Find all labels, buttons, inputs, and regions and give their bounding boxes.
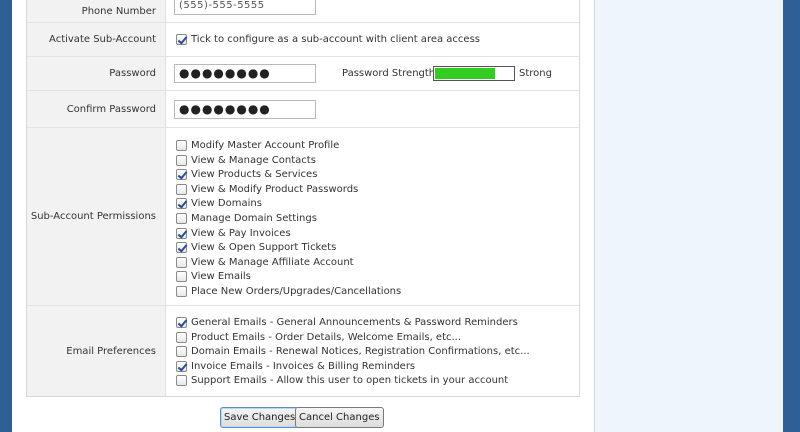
checkbox[interactable] — [176, 317, 187, 328]
password-strength-fill — [435, 68, 495, 79]
checkbox[interactable] — [176, 140, 187, 151]
sidebar-panel — [594, 0, 783, 432]
password-strength-label: Password Strength: — [342, 68, 439, 79]
checkbox-label: Modify Master Account Profile — [191, 140, 340, 151]
confirm-password-label: Confirm Password — [27, 91, 166, 127]
phone-row: Phone Number (555)-555-5555 — [27, 0, 579, 23]
contact-form-table: Phone Number (555)-555-5555 Activate Sub… — [26, 0, 580, 397]
checkbox-label: View & Open Support Tickets — [191, 242, 337, 254]
checkbox-label: Invoice Emails - Invoices & Billing Remi… — [191, 360, 416, 372]
password-row: Password ●●●●●●●● Password Strength: Str… — [27, 57, 579, 91]
cancel-changes-button[interactable]: Cancel Changes — [295, 407, 384, 428]
checkbox[interactable] — [176, 198, 187, 210]
checkbox-label: Domain Emails - Renewal Notices, Registr… — [191, 346, 530, 358]
checkbox[interactable] — [176, 227, 187, 239]
checkbox[interactable] — [176, 375, 187, 387]
password-strength-meter — [433, 66, 515, 81]
page-content: Phone Number (555)-555-5555 Activate Sub… — [12, 0, 783, 432]
activate-checkbox-label: Tick to configure as a sub-account with … — [191, 34, 480, 45]
activate-checkbox[interactable] — [176, 34, 187, 45]
checkbox[interactable] — [176, 331, 187, 343]
password-label: Password — [27, 57, 166, 90]
permissions-label: Sub-Account Permissions — [27, 128, 166, 305]
checkbox-label: View Domains — [191, 198, 262, 210]
save-changes-button[interactable]: Save Changes — [220, 407, 300, 428]
password-strength-text: Strong — [519, 68, 552, 79]
permissions-list: Modify Master Account Profile View & Mana… — [167, 128, 579, 305]
activate-label: Activate Sub-Account — [27, 23, 166, 56]
confirm-password-row: Confirm Password ●●●●●●●● — [27, 91, 579, 128]
checkbox[interactable] — [176, 346, 187, 358]
checkbox[interactable] — [176, 213, 187, 224]
checkbox[interactable] — [176, 154, 187, 166]
checkbox-label: General Emails - General Announcements &… — [191, 317, 518, 328]
checkbox-label: View & Manage Affiliate Account — [191, 256, 354, 268]
checkbox-label: View & Pay Invoices — [191, 227, 291, 239]
activate-row: Activate Sub-Account Tick to configure a… — [27, 23, 579, 57]
permissions-row: Sub-Account Permissions Modify Master Ac… — [27, 128, 579, 306]
checkbox-label: View Emails — [191, 271, 251, 283]
checkbox[interactable] — [176, 242, 187, 254]
checkbox-label: Place New Orders/Upgrades/Cancellations — [191, 286, 402, 297]
checkbox[interactable] — [176, 360, 187, 372]
checkbox[interactable] — [176, 286, 187, 297]
checkbox[interactable] — [176, 169, 187, 181]
email-preferences-row: Email Preferences General Emails - Gener… — [27, 306, 579, 396]
checkbox[interactable] — [176, 271, 187, 283]
email-preferences-label: Email Preferences — [27, 306, 166, 396]
checkbox[interactable] — [176, 183, 187, 195]
checkbox-label: Support Emails - Allow this user to open… — [191, 375, 509, 387]
phone-input[interactable]: (555)-555-5555 — [174, 0, 316, 15]
phone-label: Phone Number — [27, 0, 166, 22]
checkbox-label: View & Manage Contacts — [191, 154, 316, 166]
checkbox-label: View Products & Services — [191, 169, 318, 181]
email-preferences-list: General Emails - General Announcements &… — [167, 306, 579, 396]
checkbox-label: Manage Domain Settings — [191, 213, 317, 224]
password-input[interactable]: ●●●●●●●● — [174, 64, 316, 83]
checkbox-label: Product Emails - Order Details, Welcome … — [191, 331, 462, 343]
confirm-password-input[interactable]: ●●●●●●●● — [174, 100, 316, 119]
checkbox[interactable] — [176, 256, 187, 268]
checkbox-label: View & Modify Product Passwords — [191, 183, 359, 195]
